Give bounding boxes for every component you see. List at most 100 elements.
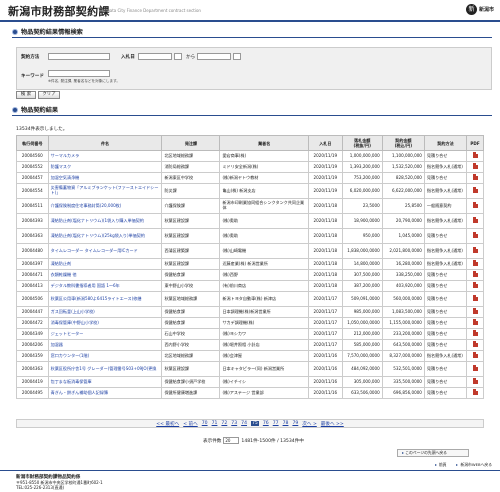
row-subject-link[interactable]: 衣類乾燥機 他 <box>47 269 163 281</box>
pager-page[interactable]: 78 <box>283 421 289 426</box>
row-contract-amount: 1,155,000,0000 <box>381 317 425 329</box>
pager-last[interactable]: 最後へ >> <box>321 421 344 427</box>
city-emblem-icon: 新 <box>465 4 477 15</box>
row-pdf-cell <box>466 339 484 351</box>
date-to-picker[interactable] <box>233 53 241 60</box>
row-subject-link[interactable]: 窓口カウンター(1階) <box>47 350 163 362</box>
pager-page[interactable]: 76 <box>263 421 269 426</box>
pager-page[interactable]: 74 <box>241 421 247 426</box>
city-logo-text: 新潟市 <box>478 7 494 13</box>
pdf-icon[interactable] <box>472 330 478 337</box>
pdf-icon[interactable] <box>472 152 478 159</box>
row-subject-link[interactable]: 凍結防止剤(塩化ナトリウム)(1袋入り購入単価契約 <box>47 213 163 229</box>
keyword-input[interactable] <box>48 70 110 77</box>
pager-page[interactable]: 73 <box>231 421 237 426</box>
row-subject-link[interactable]: 凍結防止剤(塩化ナトリウム)(25kg袋入り)単価契約 <box>47 228 163 244</box>
row-number: 20004393 <box>16 213 49 229</box>
row-pdf-cell <box>466 172 484 184</box>
search-button[interactable]: 検 索 <box>16 91 36 99</box>
date-to-input[interactable] <box>197 53 231 60</box>
row-date: 2020/11/17 <box>307 291 343 307</box>
row-subject-link[interactable]: 加湿空気清浄機 <box>47 172 163 184</box>
row-number: 20004495 <box>16 387 49 399</box>
row-vendor: (株)堀井照相 小針店 <box>219 339 309 351</box>
row-subject-link[interactable]: 凍結防止剤 <box>47 258 163 270</box>
row-method: 見積り合せ <box>423 269 468 281</box>
pdf-icon[interactable] <box>472 282 478 289</box>
table-row: 20004480 タイムレコーダー タイムレコーダー用ICカード 西蒲区建築課 (株)… <box>16 243 484 259</box>
pager-next[interactable]: 次へ > <box>302 421 317 427</box>
row-subject-link[interactable]: 秋葉区公用車(新潟580よ6415ライトエース)修繕 <box>47 291 163 307</box>
pager-page[interactable]: 75 <box>251 421 259 426</box>
pdf-icon[interactable] <box>472 247 478 254</box>
pdf-icon[interactable] <box>472 232 478 239</box>
clear-button[interactable]: クリア <box>38 91 60 99</box>
pdf-icon[interactable] <box>472 352 478 359</box>
row-method: 見積り合せ <box>423 339 468 351</box>
row-subject-link[interactable]: 加湿器 <box>47 339 163 351</box>
pager-page[interactable]: 79 <box>292 421 298 426</box>
row-vendor: 日本調理機(株)新潟営業所 <box>219 306 309 318</box>
pdf-icon[interactable] <box>472 163 478 170</box>
row-subject-link[interactable]: ガス回転釜(上山小学校) <box>47 306 163 318</box>
pdf-icon[interactable] <box>472 319 478 326</box>
pager-page[interactable]: 71 <box>212 421 218 426</box>
footer-link-prev[interactable]: 前頁 <box>439 462 447 468</box>
per-page-select[interactable]: 20 <box>223 437 240 444</box>
row-number: 20004511 <box>16 198 49 214</box>
back-to-top-button[interactable]: このページの先頭へ戻る <box>397 449 469 457</box>
pdf-icon[interactable] <box>472 271 478 278</box>
pdf-icon[interactable] <box>472 217 478 224</box>
row-subject-link[interactable]: ジェットヒーター <box>47 328 163 340</box>
pager-page[interactable]: 77 <box>273 421 279 426</box>
search-section-title: 物品契約結果情報検索 <box>12 27 83 36</box>
pdf-icon[interactable] <box>472 187 478 194</box>
row-contract-amount: 6,622,000,000 <box>381 183 425 199</box>
pager-page[interactable]: 70 <box>202 421 208 426</box>
date-label: 入札日 <box>121 55 135 60</box>
pdf-icon[interactable] <box>472 260 478 267</box>
city-logo[interactable]: 新 新潟市 <box>465 4 494 15</box>
row-department: 秋葉区地域総務課 <box>161 291 221 307</box>
row-subject-link[interactable]: デジタル教科書指導者用 国語 1〜6年 <box>47 280 163 292</box>
row-subject-link[interactable]: 災害備蓄物資「アルミブランケット(ファーストエイドシート)」 <box>47 183 163 199</box>
pdf-icon[interactable] <box>472 365 478 372</box>
pdf-icon[interactable] <box>472 308 478 315</box>
row-bid-amount: 305,000,000 <box>341 376 383 388</box>
row-subject-link[interactable]: 介護保険制度住宅事務封筒(20,000枚) <box>47 198 163 214</box>
row-department: 消防局総務課 <box>161 161 221 173</box>
row-subject-link[interactable]: 防護マスク <box>47 161 163 173</box>
pager-prev[interactable]: < 前へ <box>183 421 198 427</box>
row-subject-link[interactable]: タイムレコーダー タイムレコーダー用ICカード <box>47 243 163 259</box>
row-bid-amount: 6,020,000,000 <box>341 183 383 199</box>
row-method: 指名競争入札(通常) <box>423 350 468 362</box>
site-title[interactable]: 新潟市財務部契約課 <box>8 3 110 19</box>
pdf-icon[interactable] <box>472 174 478 181</box>
method-select[interactable] <box>48 53 110 60</box>
pager-first[interactable]: << 最初へ <box>156 421 179 427</box>
row-subject-link[interactable]: 消毒保管庫(中野山小学校) <box>47 317 163 329</box>
row-number: 20004349 <box>16 328 49 340</box>
row-subject-link[interactable]: 青ぎん・餅ぎん補助個人記録簿 <box>47 387 163 399</box>
table-row: 20004359 窓口カウンター(1階) 北区地域総務課 (株)会津屋 2020/11/… <box>16 350 484 362</box>
row-subject-link[interactable]: 包丁まな板消毒保管庫 <box>47 376 163 388</box>
footer-link-home[interactable]: 新潟市WEBへ戻る <box>460 462 492 468</box>
row-pdf-cell <box>466 213 484 229</box>
row-date: 2020/11/18 <box>307 243 343 259</box>
date-from-input[interactable] <box>138 53 172 60</box>
pdf-icon[interactable] <box>472 295 478 302</box>
row-department: 保健所健康増進課 <box>161 387 221 399</box>
pager-page[interactable]: 72 <box>221 421 227 426</box>
row-subject-link[interactable]: 秋葉区役所庁舎1号 グレーダー(管理番号S03+09JO)更換 <box>47 361 163 377</box>
row-subject-link[interactable]: サーマルカメラ <box>47 150 163 162</box>
row-method: 見積り合せ <box>423 228 468 244</box>
date-from-picker[interactable] <box>174 53 182 60</box>
row-date: 2020/11/18 <box>307 198 343 214</box>
pdf-icon[interactable] <box>472 378 478 385</box>
pdf-icon[interactable] <box>472 341 478 348</box>
pdf-icon[interactable] <box>472 389 478 396</box>
results-table: 執行伺番号 件名 発注課 業者名 入札日 落札金額 (税抜/円) 契約金額 (税… <box>16 135 484 399</box>
row-pdf-cell <box>466 269 484 281</box>
pdf-icon[interactable] <box>472 202 478 209</box>
table-row: 20004472 消毒保管庫(中野山小学校) 保健給食課 サカデ調理機(株) 2020/… <box>16 317 484 329</box>
